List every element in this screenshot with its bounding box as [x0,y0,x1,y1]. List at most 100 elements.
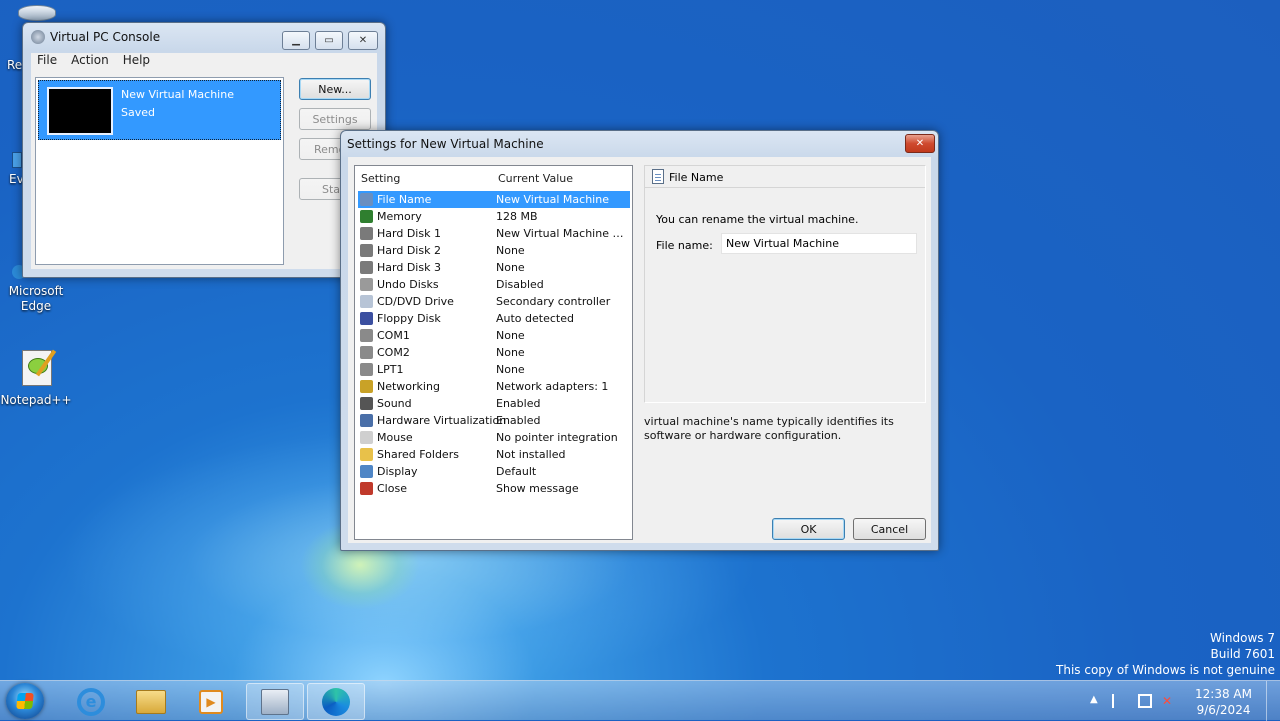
cancel-button[interactable]: Cancel [853,518,926,540]
setting-value: Enabled [496,414,541,427]
settings-row[interactable]: LPT1 None [358,361,630,378]
new-button[interactable]: New... [299,78,371,100]
port-icon [360,329,373,342]
console-client-area: New Virtual Machine Saved New... Setting… [31,71,377,269]
file-name-label: File name: [656,239,713,252]
notepad-plus-plus-icon [14,346,58,390]
setting-name: Networking [377,380,440,393]
action-center-flag-icon[interactable] [1112,694,1126,708]
detail-heading: File Name [669,171,724,184]
taskbar-ie[interactable]: e [62,683,120,720]
settings-button[interactable]: Settings [299,108,371,130]
setting-name: COM1 [377,329,410,342]
setting-value: None [496,346,525,359]
show-desktop-button[interactable] [1266,681,1280,721]
edge-icon [322,687,350,716]
menu-file[interactable]: File [37,53,57,71]
setting-value: Default [496,465,537,478]
close-button[interactable]: ✕ [348,31,378,50]
clock-time: 12:38 AM [1195,687,1252,701]
internet-explorer-icon: e [77,687,105,716]
show-hidden-icons-icon[interactable]: ▲ [1090,694,1104,708]
desktop-partial-label-1: Re [7,58,23,72]
settings-row[interactable]: Hard Disk 2 None [358,242,630,259]
console-titlebar: Virtual PC Console [31,30,160,44]
setting-name: Floppy Disk [377,312,441,325]
settings-dialog: Settings for New Virtual Machine ✕ Setti… [340,130,939,551]
setting-name: Mouse [377,431,413,444]
start-button[interactable] [6,683,44,719]
watermark-os: Windows 7 [1209,631,1275,645]
taskbar-media-player[interactable]: ▶ [182,683,240,720]
setting-name: Hard Disk 2 [377,244,441,257]
menu-action[interactable]: Action [71,53,109,71]
maximize-button[interactable]: ▭ [315,31,343,50]
settings-list-header: Setting Current Value [355,166,632,188]
folder-icon [360,448,373,461]
column-header-setting[interactable]: Setting [361,172,400,185]
volume-muted-icon[interactable]: ✕ [1162,694,1176,708]
chip-icon [360,414,373,427]
memory-icon [360,210,373,223]
settings-client-area: Setting Current Value File Name New Virtu… [348,157,931,543]
taskbar-edge[interactable] [307,683,365,720]
settings-row[interactable]: Shared Folders Not installed [358,446,630,463]
settings-row[interactable]: Hard Disk 1 New Virtual Machine Har... [358,225,630,242]
vm-list-item[interactable]: New Virtual Machine Saved [38,80,281,140]
settings-row[interactable]: Sound Enabled [358,395,630,412]
desktop-icon-label: Notepad++ [0,393,72,407]
setting-name: Display [377,465,418,478]
close-button[interactable]: ✕ [905,134,935,153]
settings-titlebar: Settings for New Virtual Machine [347,137,544,151]
port-icon [360,363,373,376]
settings-row[interactable]: Undo Disks Disabled [358,276,630,293]
display-icon [360,465,373,478]
settings-row[interactable]: Close Show message [358,480,630,497]
floppy-icon [360,312,373,325]
setting-value: 128 MB [496,210,538,223]
settings-row[interactable]: Memory 128 MB [358,208,630,225]
settings-row[interactable]: Networking Network adapters: 1 [358,378,630,395]
column-header-current-value[interactable]: Current Value [498,172,573,185]
setting-value: New Virtual Machine Har... [496,227,630,240]
settings-row[interactable]: COM2 None [358,344,630,361]
ok-button[interactable]: OK [772,518,845,540]
setting-value: Show message [496,482,579,495]
virtual-pc-icon [31,30,45,44]
settings-row[interactable]: CD/DVD Drive Secondary controller [358,293,630,310]
taskbar-clock[interactable]: 12:38 AM 9/6/2024 [1195,686,1252,718]
setting-name: Hard Disk 3 [377,261,441,274]
file-name-input[interactable] [721,233,917,254]
vm-thumbnail [47,87,113,135]
settings-row[interactable]: Hardware Virtualization Enabled [358,412,630,429]
hard-disk-icon [360,244,373,257]
network-icon[interactable] [1138,694,1152,708]
desktop-icon-notepadpp[interactable]: Notepad++ [0,346,72,408]
settings-row[interactable]: Floppy Disk Auto detected [358,310,630,327]
setting-value: Not installed [496,448,566,461]
settings-row[interactable]: Display Default [358,463,630,480]
setting-value: Disabled [496,278,544,291]
recycle-bin-icon[interactable] [18,5,56,21]
settings-row[interactable]: File Name New Virtual Machine [358,191,630,208]
detail-header: File Name [645,166,925,188]
detail-panel: File Name You can rename the virtual mac… [644,165,926,403]
settings-row[interactable]: Mouse No pointer integration [358,429,630,446]
detail-description: You can rename the virtual machine. [656,213,859,226]
desktop-partial-icon[interactable] [12,152,22,168]
console-title: Virtual PC Console [50,30,161,44]
setting-name: Close [377,482,407,495]
settings-row[interactable]: COM1 None [358,327,630,344]
port-icon [360,346,373,359]
menu-help[interactable]: Help [123,53,150,71]
desktop-icon-label: Microsoft Edge [8,284,64,313]
taskbar: e ▶ ▲ ✕ 12:38 AM 9/6/2024 [0,680,1280,721]
minimize-button[interactable]: ▁ [282,31,310,50]
setting-value: No pointer integration [496,431,618,444]
settings-row[interactable]: Hard Disk 3 None [358,259,630,276]
settings-list: Setting Current Value File Name New Virtu… [354,165,633,540]
taskbar-explorer[interactable] [122,683,180,720]
setting-name: Hard Disk 1 [377,227,441,240]
taskbar-virtual-pc[interactable] [246,683,304,720]
setting-value: None [496,329,525,342]
